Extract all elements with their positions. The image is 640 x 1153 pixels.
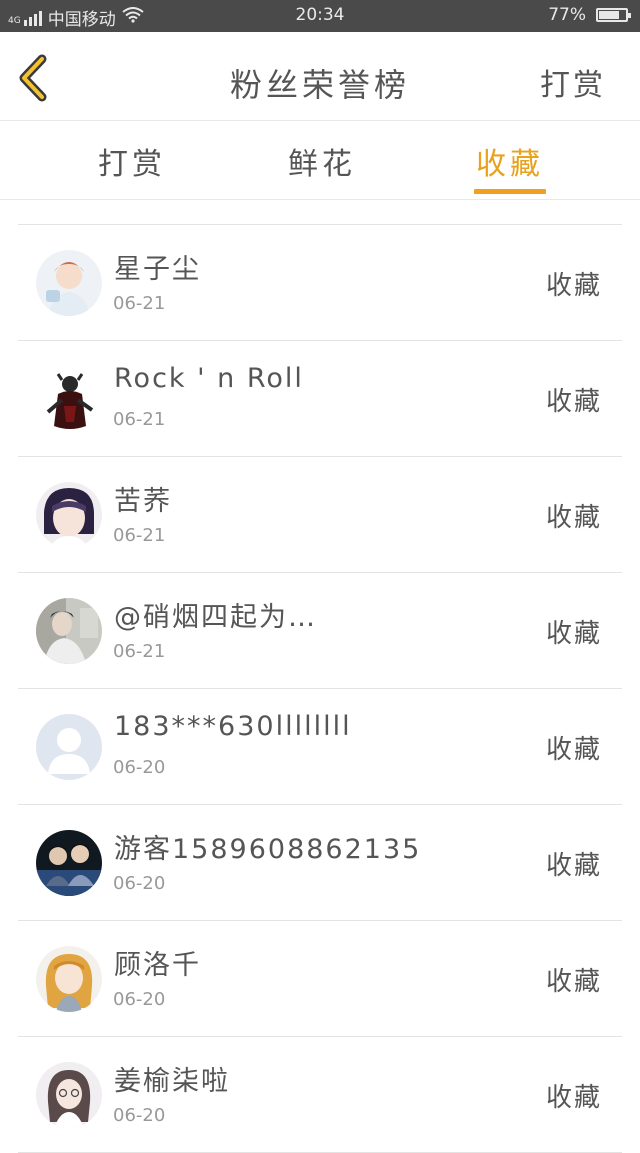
date-label: 06-20 [113, 873, 166, 894]
action-label: 收藏 [545, 387, 602, 417]
date-label: 06-21 [113, 409, 166, 430]
list-item[interactable]: 顾洛千 06-20 收藏 [18, 921, 622, 1037]
user-name: 183***630llllllll [114, 711, 352, 742]
action-label: 收藏 [545, 503, 602, 533]
user-name: Rock ' n Roll [114, 363, 304, 394]
battery-percent: 77% [548, 5, 586, 25]
fan-list: 星子尘 06-21 收藏 Rock ' n Roll 06-21 收藏 苦荞 0… [18, 224, 622, 1153]
list-item[interactable]: 星子尘 06-21 收藏 [18, 225, 622, 341]
avatar [36, 598, 102, 664]
avatar [36, 482, 102, 548]
list-item[interactable]: Rock ' n Roll 06-21 收藏 [18, 341, 622, 457]
list-item[interactable]: 苦荞 06-21 收藏 [18, 457, 622, 573]
date-label: 06-20 [113, 757, 166, 778]
date-label: 06-20 [113, 1105, 166, 1126]
action-label: 收藏 [545, 619, 602, 649]
tab-collect[interactable]: 收藏 [476, 139, 544, 183]
avatar [36, 366, 102, 432]
list-item[interactable]: 游客1589608862135 06-20 收藏 [18, 805, 622, 921]
user-name: @硝烟四起为… [114, 602, 317, 633]
tab-divider [0, 199, 640, 200]
tab-flowers[interactable]: 鲜花 [288, 139, 356, 183]
avatar [36, 714, 102, 780]
status-bar: 4G 中国移动 20:34 77% [0, 0, 640, 32]
reward-button[interactable]: 打赏 [540, 60, 606, 104]
avatar [36, 1062, 102, 1128]
date-label: 06-21 [113, 525, 166, 546]
list-item[interactable]: 姜榆柒啦 06-20 收藏 [18, 1037, 622, 1153]
list-item[interactable]: @硝烟四起为… 06-21 收藏 [18, 573, 622, 689]
user-name: 苦荞 [114, 486, 172, 517]
tab-active-indicator [474, 189, 546, 194]
avatar [36, 250, 102, 316]
user-name: 姜榆柒啦 [114, 1066, 230, 1097]
tab-reward[interactable]: 打赏 [98, 139, 166, 183]
avatar [36, 946, 102, 1012]
action-label: 收藏 [545, 851, 602, 881]
battery-fill [599, 11, 619, 19]
avatar [36, 830, 102, 896]
date-label: 06-21 [113, 641, 166, 662]
tab-bar: 打赏 鲜花 收藏 [0, 121, 640, 199]
battery-icon [596, 8, 631, 22]
user-name: 顾洛千 [114, 950, 201, 981]
action-label: 收藏 [545, 735, 602, 765]
action-label: 收藏 [545, 1083, 602, 1113]
action-label: 收藏 [545, 271, 602, 301]
user-name: 星子尘 [114, 254, 201, 285]
action-label: 收藏 [545, 967, 602, 997]
nav-bar: 粉丝荣誉榜 打赏 [0, 32, 640, 120]
date-label: 06-21 [113, 293, 166, 314]
date-label: 06-20 [113, 989, 166, 1010]
user-name: 游客1589608862135 [114, 834, 422, 865]
list-item[interactable]: 183***630llllllll 06-20 收藏 [18, 689, 622, 805]
status-right: 77% [548, 5, 631, 25]
status-time: 20:34 [295, 5, 345, 25]
